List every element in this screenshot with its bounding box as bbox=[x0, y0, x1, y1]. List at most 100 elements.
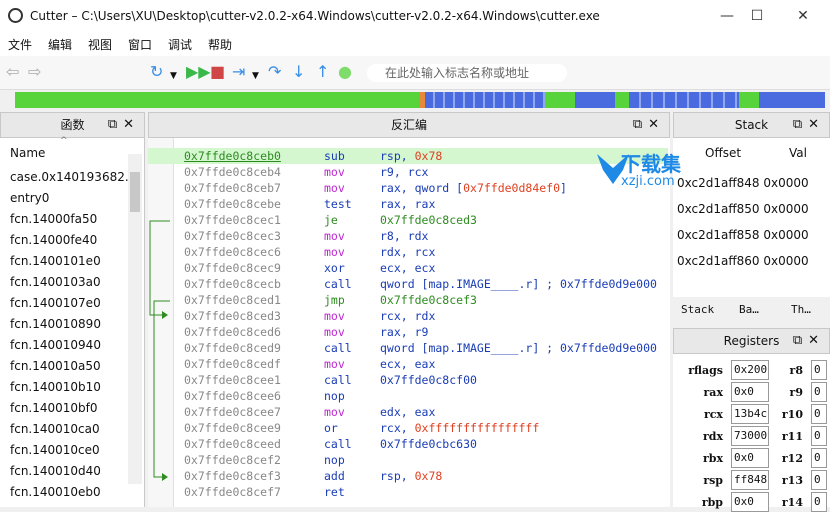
step-down-icon[interactable]: ↓ bbox=[292, 64, 305, 80]
disassembly-row[interactable]: 0x7ffde0c8cef2 nop bbox=[148, 452, 668, 468]
menu-debug[interactable]: 调试 bbox=[168, 36, 192, 53]
dropdown-icon[interactable]: ▼ bbox=[252, 68, 259, 84]
instruction-address[interactable]: 0x7ffde0c8ceb7 bbox=[184, 180, 281, 196]
register-value-field[interactable]: 0 bbox=[811, 382, 827, 402]
disassembly-row[interactable]: 0x7ffde0c8cef7 ret bbox=[148, 484, 668, 500]
disassembly-row[interactable]: 0x7ffde0c8ced6 mov rax, r9 bbox=[148, 324, 668, 340]
function-item[interactable]: fcn.140010bf0 bbox=[10, 401, 136, 422]
function-item[interactable]: case.0x140193682.0 bbox=[10, 170, 136, 191]
instruction-address[interactable]: 0x7ffde0c8ceb4 bbox=[184, 164, 281, 180]
register-value-field[interactable]: 0x200 bbox=[731, 360, 769, 380]
register-value-field[interactable]: 0 bbox=[811, 470, 827, 490]
disassembly-row[interactable]: 0x7ffde0c8cec1 je 0x7ffde0c8ced3 bbox=[148, 212, 668, 228]
panel-float-close-icon[interactable]: ⧉✕ bbox=[793, 117, 825, 133]
register-value-field[interactable]: 0 bbox=[811, 404, 827, 424]
close-button[interactable]: ✕ bbox=[788, 6, 818, 26]
panel-float-close-icon[interactable]: ⧉✕ bbox=[108, 117, 140, 133]
menu-view[interactable]: 视图 bbox=[88, 36, 112, 53]
instruction-address[interactable]: 0x7ffde0c8cec9 bbox=[184, 260, 281, 276]
menu-window[interactable]: 窗口 bbox=[128, 36, 152, 53]
register-value-field[interactable]: 0 bbox=[811, 492, 827, 512]
disassembly-row[interactable]: 0x7ffde0c8cec3 mov r8, rdx bbox=[148, 228, 668, 244]
tab-backtrace[interactable]: Ba… bbox=[739, 303, 759, 316]
disassembly-row[interactable]: 0x7ffde0c8cebe test rax, rax bbox=[148, 196, 668, 212]
instruction-address[interactable]: 0x7ffde0c8ced6 bbox=[184, 324, 281, 340]
instruction-address[interactable]: 0x7ffde0c8cec1 bbox=[184, 212, 281, 228]
stack-column-offset[interactable]: Offset bbox=[705, 146, 741, 160]
function-item[interactable]: fcn.140010a50 bbox=[10, 359, 136, 380]
functions-column-name[interactable]: Name bbox=[10, 146, 45, 160]
tab-threads[interactable]: Th… bbox=[791, 303, 811, 316]
disassembly-row[interactable]: 0x7ffde0c8ceed call 0x7ffde0cbc630 bbox=[148, 436, 668, 452]
function-item[interactable]: fcn.140010d40 bbox=[10, 464, 136, 485]
disassembly-row[interactable]: 0x7ffde0c8cecb call qword [map.IMAGE____.r… bbox=[148, 276, 668, 292]
panel-float-close-icon[interactable]: ⧉✕ bbox=[793, 333, 825, 349]
dropdown-icon[interactable]: ▼ bbox=[170, 68, 177, 84]
instruction-address[interactable]: 0x7ffde0c8cef2 bbox=[184, 452, 281, 468]
disassembly-row[interactable]: 0x7ffde0c8cee9 or rcx, 0xffffffffffffffff bbox=[148, 420, 668, 436]
step-out-icon[interactable]: ↑ bbox=[316, 64, 329, 80]
minimize-button[interactable]: — bbox=[712, 6, 742, 26]
function-item[interactable]: fcn.140010b10 bbox=[10, 380, 136, 401]
function-item[interactable]: fcn.140010940 bbox=[10, 338, 136, 359]
register-value-field[interactable]: 73000 bbox=[731, 426, 769, 446]
register-value-field[interactable]: 0x0 bbox=[731, 448, 769, 468]
disassembly-row[interactable]: 0x7ffde0c8cef3 add rsp, 0x78 bbox=[148, 468, 668, 484]
function-item[interactable]: entry0 bbox=[10, 191, 136, 212]
continue-icon[interactable]: ▶▶ bbox=[186, 64, 211, 80]
disassembly-row[interactable]: 0x7ffde0c8cedf mov ecx, eax bbox=[148, 356, 668, 372]
tab-stack[interactable]: Stack bbox=[681, 303, 714, 316]
instruction-address[interactable]: 0x7ffde0c8ceb0 bbox=[184, 148, 281, 164]
disassembly-row[interactable]: 0x7ffde0c8ced9 call qword [map.IMAGE____.r… bbox=[148, 340, 668, 356]
overview-bar[interactable] bbox=[15, 92, 825, 108]
step-over-icon[interactable]: ↷ bbox=[268, 64, 281, 80]
instruction-address[interactable]: 0x7ffde0c8cef7 bbox=[184, 484, 281, 500]
instruction-address[interactable]: 0x7ffde0c8cec6 bbox=[184, 244, 281, 260]
search-input[interactable]: 在此处输入标志名称或地址 bbox=[367, 64, 567, 82]
function-item[interactable]: fcn.14000fe40 bbox=[10, 233, 136, 254]
back-arrow-icon[interactable]: ⇦ bbox=[6, 64, 19, 80]
instruction-address[interactable]: 0x7ffde0c8cebe bbox=[184, 196, 281, 212]
register-value-field[interactable]: 0 bbox=[811, 448, 827, 468]
function-item[interactable]: fcn.140010eb0 bbox=[10, 485, 136, 506]
disassembly-row[interactable]: 0x7ffde0c8cec9 xor ecx, ecx bbox=[148, 260, 668, 276]
register-value-field[interactable]: 0 bbox=[811, 426, 827, 446]
disassembly-row[interactable]: 0x7ffde0c8cee6 nop bbox=[148, 388, 668, 404]
stack-column-value[interactable]: Val bbox=[789, 146, 807, 160]
disassembly-row[interactable]: 0x7ffde0c8ced1 jmp 0x7ffde0c8cef3 bbox=[148, 292, 668, 308]
step-into-icon[interactable]: ⇥ bbox=[232, 64, 245, 80]
panel-float-close-icon[interactable]: ⧉✕ bbox=[633, 117, 665, 133]
instruction-address[interactable]: 0x7ffde0c8cee9 bbox=[184, 420, 281, 436]
function-item[interactable]: fcn.1400101e0 bbox=[10, 254, 136, 275]
function-item[interactable]: fcn.140010ca0 bbox=[10, 422, 136, 443]
disassembly-row[interactable]: 0x7ffde0c8cec6 mov rdx, rcx bbox=[148, 244, 668, 260]
instruction-address[interactable]: 0x7ffde0c8ced3 bbox=[184, 308, 281, 324]
register-value-field[interactable]: 0 bbox=[811, 360, 827, 380]
instruction-address[interactable]: 0x7ffde0c8ced1 bbox=[184, 292, 281, 308]
forward-arrow-icon[interactable]: ⇨ bbox=[28, 64, 41, 80]
instruction-address[interactable]: 0x7ffde0c8cecb bbox=[184, 276, 281, 292]
function-item[interactable]: fcn.140010890 bbox=[10, 317, 136, 338]
instruction-address[interactable]: 0x7ffde0c8ceed bbox=[184, 436, 281, 452]
register-value-field[interactable]: 13b4c bbox=[731, 404, 769, 424]
register-value-field[interactable]: ff848 bbox=[731, 470, 769, 490]
function-item[interactable]: fcn.140010ce0 bbox=[10, 443, 136, 464]
function-item[interactable]: fcn.14000fa50 bbox=[10, 212, 136, 233]
maximize-button[interactable]: ☐ bbox=[742, 6, 772, 26]
disassembly-row[interactable]: 0x7ffde0c8ceb7 mov rax, qword [0x7ffde0d84… bbox=[148, 180, 668, 196]
disassembly-row[interactable]: 0x7ffde0c8ceb4 mov r9, rcx bbox=[148, 164, 668, 180]
function-item[interactable]: fcn.1400103a0 bbox=[10, 275, 136, 296]
menu-edit[interactable]: 编辑 bbox=[48, 36, 72, 53]
instruction-address[interactable]: 0x7ffde0c8cee6 bbox=[184, 388, 281, 404]
stop-icon[interactable]: ■ bbox=[210, 64, 225, 80]
instruction-address[interactable]: 0x7ffde0c8cee7 bbox=[184, 404, 281, 420]
menu-help[interactable]: 帮助 bbox=[208, 36, 232, 53]
instruction-address[interactable]: 0x7ffde0c8cee1 bbox=[184, 372, 281, 388]
instruction-address[interactable]: 0x7ffde0c8cef3 bbox=[184, 468, 281, 484]
instruction-address[interactable]: 0x7ffde0c8cec3 bbox=[184, 228, 281, 244]
functions-scrollbar[interactable] bbox=[128, 154, 142, 484]
instruction-address[interactable]: 0x7ffde0c8ced9 bbox=[184, 340, 281, 356]
function-item[interactable]: fcn.1400107e0 bbox=[10, 296, 136, 317]
menu-file[interactable]: 文件 bbox=[8, 36, 32, 53]
register-value-field[interactable]: 0x0 bbox=[731, 382, 769, 402]
